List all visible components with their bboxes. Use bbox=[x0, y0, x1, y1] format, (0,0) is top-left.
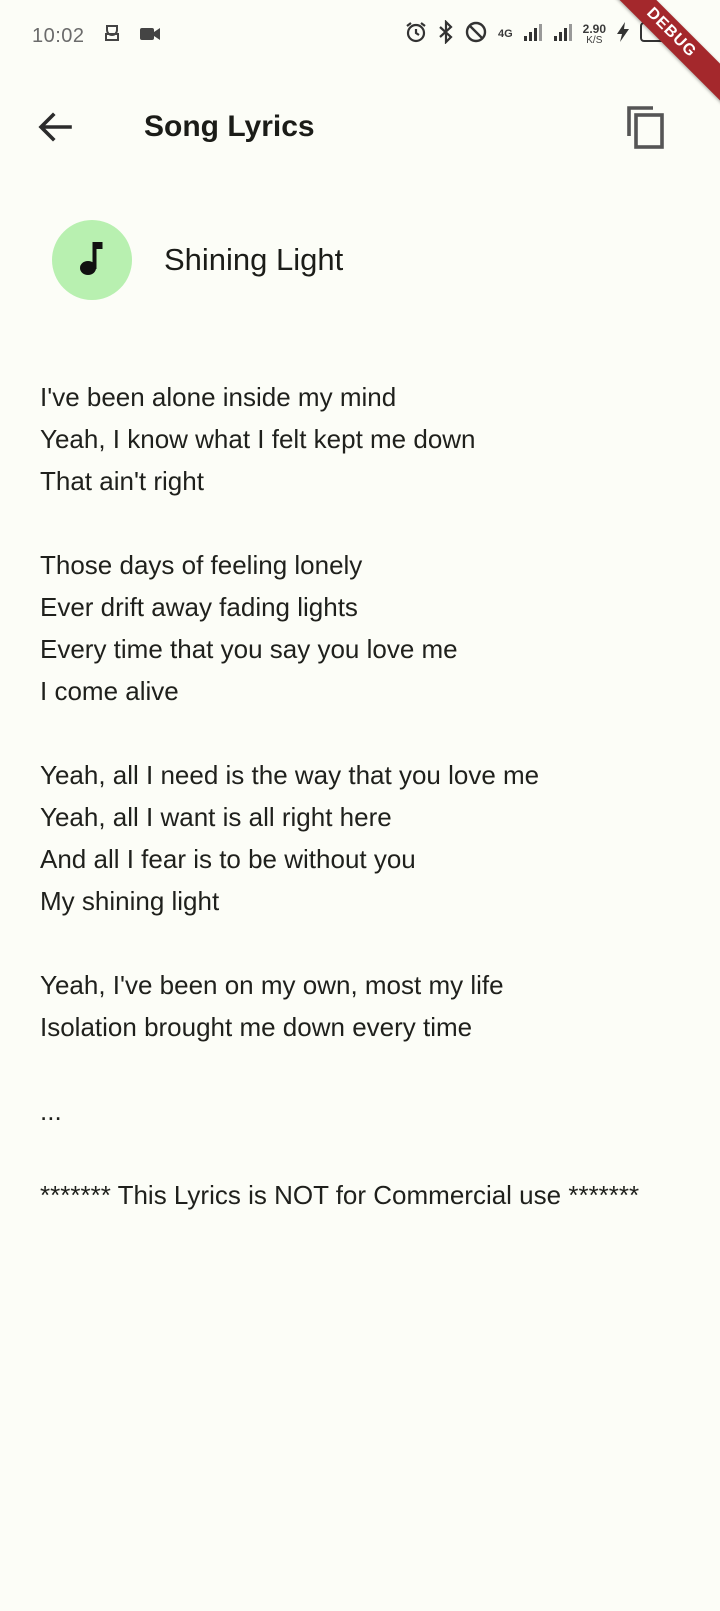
lyric-line: Isolation brought me down every time bbox=[40, 1012, 473, 1042]
network-speed: 2.90 K/S bbox=[582, 21, 606, 46]
music-note-icon bbox=[78, 240, 106, 281]
lyrics-body: I've been alone inside my mind Yeah, I k… bbox=[40, 376, 680, 1216]
lyric-ellipsis: ... bbox=[40, 1096, 62, 1126]
song-avatar bbox=[52, 220, 132, 300]
lyric-line: I've been alone inside my mind bbox=[40, 382, 397, 412]
lyric-stanza: Yeah, all I need is the way that you lov… bbox=[40, 754, 680, 922]
back-button[interactable] bbox=[30, 104, 80, 154]
page-title: Song Lyrics bbox=[144, 110, 315, 143]
video-camera-icon bbox=[139, 25, 161, 48]
arrow-back-icon bbox=[38, 111, 72, 147]
alarm-icon bbox=[404, 20, 428, 49]
bluetooth-icon bbox=[438, 19, 454, 49]
signal-icon-1 bbox=[523, 22, 543, 47]
lyric-stanza: Yeah, I've been on my own, most my life … bbox=[40, 964, 680, 1048]
lyric-stanza: I've been alone inside my mind Yeah, I k… bbox=[40, 376, 680, 502]
network-speed-value: 2.90 bbox=[582, 21, 606, 36]
status-time: 10:02 bbox=[32, 24, 85, 47]
lyric-line: Yeah, I've been on my own, most my life bbox=[40, 970, 504, 1000]
lyric-stanza: Those days of feeling lonely Ever drift … bbox=[40, 544, 680, 712]
lyric-line: My shining light bbox=[40, 886, 220, 916]
signal-icon-2 bbox=[553, 22, 573, 47]
screen: 10:02 4G 2.90 K/S DEBUG Song Lyrics Shin… bbox=[0, 0, 720, 1611]
app-notification-icon bbox=[103, 23, 121, 49]
lyric-line: Yeah, I know what I felt kept me down bbox=[40, 424, 476, 454]
copy-button[interactable] bbox=[618, 102, 672, 156]
lyric-line: Every time that you say you love me bbox=[40, 634, 458, 664]
lyric-line: Those days of feeling lonely bbox=[40, 550, 363, 580]
charging-icon bbox=[616, 21, 630, 48]
network-type: 4G bbox=[497, 28, 513, 40]
lyric-line: Ever drift away fading lights bbox=[40, 592, 358, 622]
app-bar: Song Lyrics bbox=[0, 88, 720, 168]
do-not-disturb-icon bbox=[464, 20, 488, 49]
lyric-line: Yeah, all I want is all right here bbox=[40, 802, 392, 832]
lyric-line: Yeah, all I need is the way that you lov… bbox=[40, 760, 540, 790]
network-speed-unit: K/S bbox=[586, 34, 603, 46]
song-title: Shining Light bbox=[164, 242, 344, 277]
disclaimer-text: ******* This Lyrics is NOT for Commercia… bbox=[40, 1180, 640, 1210]
lyric-line: I come alive bbox=[40, 676, 179, 706]
copy-icon bbox=[625, 104, 665, 155]
status-bar: 10:02 4G 2.90 K/S bbox=[0, 0, 720, 72]
song-header: Shining Light bbox=[52, 220, 343, 300]
lyric-line: That ain't right bbox=[40, 466, 204, 496]
lyric-line: And all I fear is to be without you bbox=[40, 844, 416, 874]
